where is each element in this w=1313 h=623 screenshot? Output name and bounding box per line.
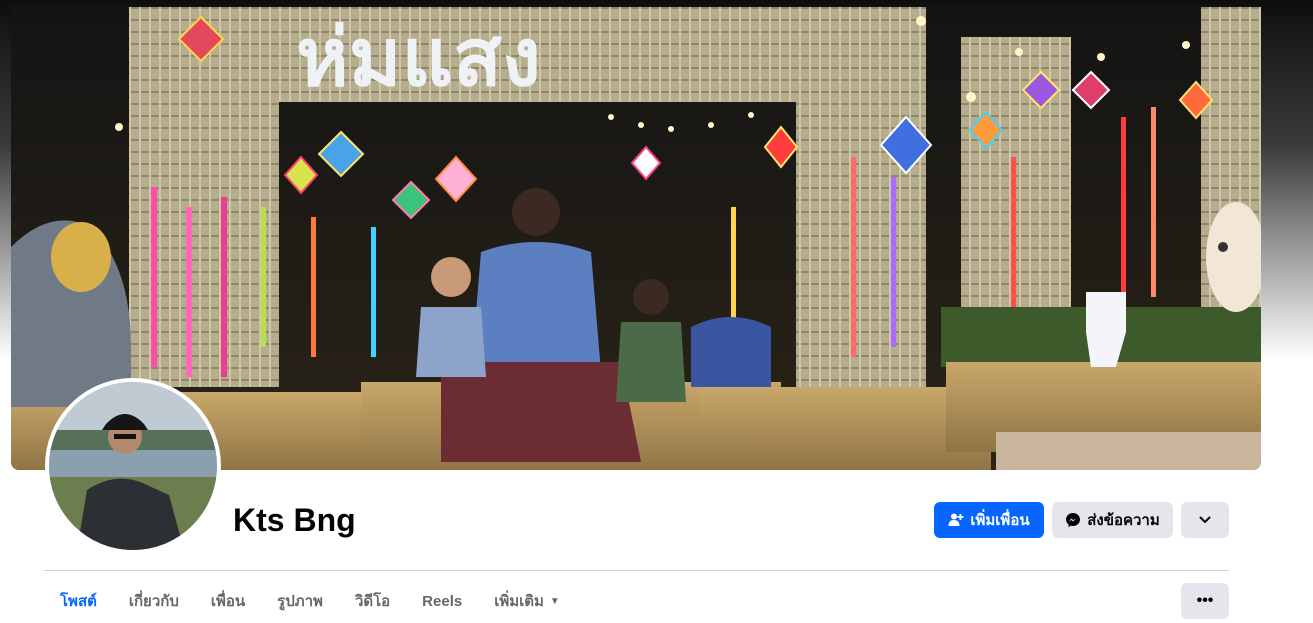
tab-label: เพิ่มเติม (494, 593, 544, 610)
tab-friends[interactable]: เพื่อน (195, 583, 261, 619)
profile-name: Kts Bng (233, 502, 356, 538)
tab-more[interactable]: เพิ่มเติม ▼ (478, 583, 576, 619)
tab-label: Reels (422, 592, 463, 610)
tab-about[interactable]: เกี่ยวกับ (113, 583, 195, 619)
tab-posts[interactable]: โพสต์ (44, 583, 113, 619)
tab-label: โพสต์ (60, 593, 97, 610)
chevron-down-icon (1198, 513, 1212, 527)
tab-label: วิดีโอ (354, 593, 391, 610)
svg-text:ห่มแสง: ห่มแสง (296, 11, 541, 104)
avatar-image (49, 382, 217, 550)
message-button[interactable]: ส่งข้อความ (1052, 502, 1173, 538)
caret-down-icon: ▼ (549, 595, 560, 607)
cover-photo[interactable]: ห่มแสง (11, 7, 1261, 470)
profile-divider (44, 570, 1229, 571)
profile-avatar[interactable] (45, 378, 221, 554)
overflow-menu-button[interactable]: ••• (1181, 583, 1229, 619)
cover-sign-text: ห่มแสง (296, 11, 541, 104)
add-friend-icon (948, 512, 964, 528)
cover-photo-image: ห่มแสง (11, 7, 1261, 470)
message-label: ส่งข้อความ (1087, 512, 1160, 529)
tab-reels[interactable]: Reels (406, 583, 478, 619)
add-friend-button[interactable]: เพิ่มเพื่อน (934, 502, 1044, 538)
messenger-icon (1065, 512, 1081, 528)
profile-options-dropdown[interactable] (1181, 502, 1229, 538)
tab-label: เกี่ยวกับ (128, 593, 179, 610)
add-friend-label: เพิ่มเพื่อน (970, 512, 1030, 529)
tab-photos[interactable]: รูปภาพ (261, 583, 339, 619)
tab-videos[interactable]: วิดีโอ (339, 583, 406, 619)
tab-label: รูปภาพ (277, 593, 323, 610)
profile-tabs: โพสต์ เกี่ยวกับ เพื่อน รูปภาพ วิดีโอ Ree… (44, 583, 576, 619)
tab-label: เพื่อน (210, 593, 246, 610)
more-horizontal-icon: ••• (1196, 592, 1214, 609)
